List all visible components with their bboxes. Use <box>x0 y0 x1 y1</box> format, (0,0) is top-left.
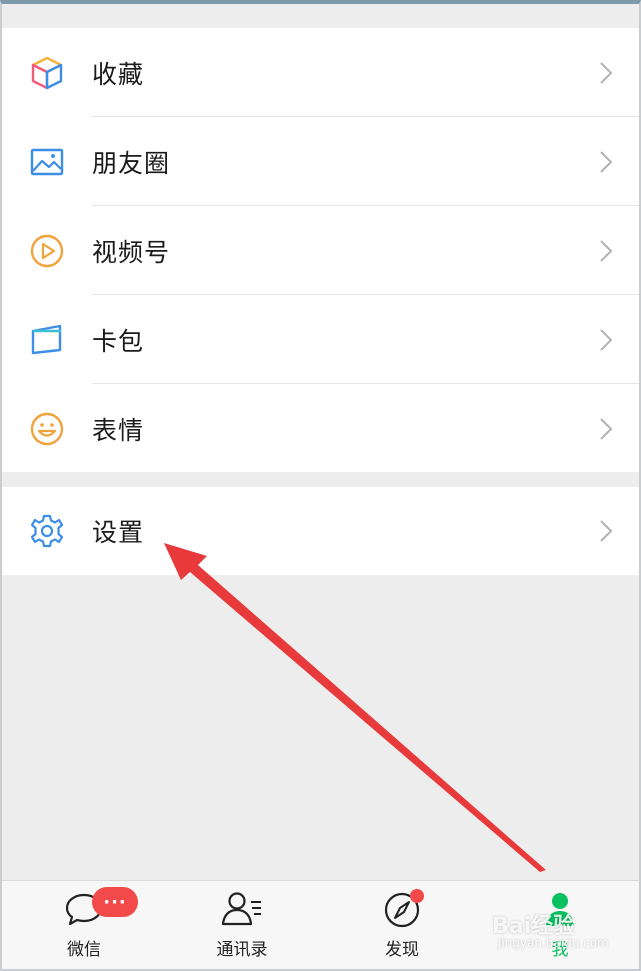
favorites-cube-icon <box>28 54 66 92</box>
menu-item-label: 收藏 <box>92 59 145 89</box>
chevron-right-icon <box>600 61 613 84</box>
tab-chats[interactable]: ··· 微信 <box>24 881 144 969</box>
menu-item-cards[interactable]: 卡包 <box>2 295 639 384</box>
chevron-right-icon <box>600 417 613 440</box>
menu-item-label: 表情 <box>92 415 145 445</box>
chevron-right-icon <box>600 150 613 173</box>
menu-item-label: 设置 <box>92 518 145 547</box>
chevron-right-icon <box>600 520 613 542</box>
menu-item-label: 朋友圈 <box>92 148 171 178</box>
chevron-right-icon <box>600 328 613 351</box>
compass-icon <box>380 889 424 929</box>
gear-icon <box>28 512 66 550</box>
tab-discover[interactable]: 发现 <box>342 881 462 969</box>
tab-label: 微信 <box>67 940 101 960</box>
unread-badge: ··· <box>92 887 138 917</box>
notification-dot <box>410 889 424 903</box>
tab-label: 通讯录 <box>216 940 268 960</box>
menu-item-favorites[interactable]: 收藏 <box>2 28 639 117</box>
sticker-smile-icon <box>28 410 66 448</box>
chevron-right-icon <box>600 239 613 262</box>
menu-group: 收藏 朋友圈 视频号 卡包 表情 <box>2 28 639 472</box>
menu-item-moments[interactable]: 朋友圈 <box>2 117 639 206</box>
menu-item-settings[interactable]: 设置 <box>2 487 639 575</box>
baidu-watermark-url: jingyan.baidu.com <box>498 936 609 950</box>
tab-label: 发现 <box>385 940 419 960</box>
menu-item-stickers[interactable]: 表情 <box>2 384 639 473</box>
tab-contacts[interactable]: 通讯录 <box>182 881 302 969</box>
menu-item-label: 视频号 <box>92 237 171 267</box>
menu-item-label: 卡包 <box>92 326 145 356</box>
chat-bubble-icon: ··· <box>62 887 138 929</box>
menu-item-channels[interactable]: 视频号 <box>2 206 639 295</box>
moments-picture-icon <box>28 143 66 181</box>
contacts-person-icon <box>220 889 264 929</box>
channels-play-icon <box>28 232 66 270</box>
settings-group: 设置 <box>2 487 639 575</box>
card-wallet-icon <box>28 321 66 359</box>
